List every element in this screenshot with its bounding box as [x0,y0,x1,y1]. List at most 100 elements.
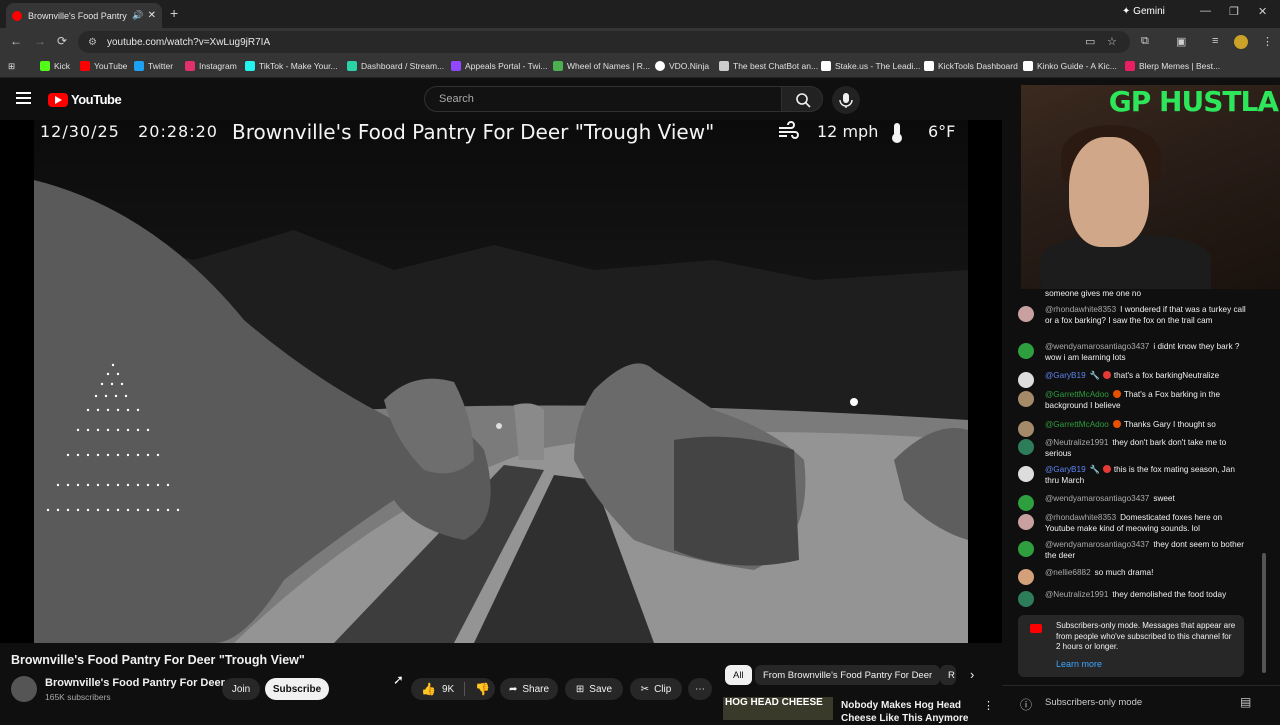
bookmark-star-icon[interactable]: ☆ [1107,35,1117,48]
info-icon[interactable]: ⓘ [1020,696,1032,713]
bookmark-chatbot[interactable]: The best ChatBot an... [719,61,818,71]
super-chat-icon[interactable]: ▤ [1240,695,1251,709]
chevron-right-icon[interactable]: › [970,667,974,682]
minimize-icon[interactable]: — [1200,5,1211,17]
chat-avatar[interactable] [1018,569,1034,585]
menu-icon[interactable]: ⋮ [1262,35,1273,48]
bookmark-stake[interactable]: Stake.us - The Leadi... [821,61,920,71]
sidebar-icon[interactable]: ▣ [1176,35,1186,48]
chat-author[interactable]: @nellie6882 [1045,568,1091,577]
hamburger-menu-icon[interactable] [16,92,31,104]
close-tab-icon[interactable]: ✕ [148,10,156,21]
save-button[interactable]: ⊞ Save [565,678,623,700]
learn-more-link[interactable]: Learn more [1056,659,1236,670]
chat-message: @rhondawhite8353 Domesticated foxes here … [1018,513,1248,534]
bookmark-youtube[interactable]: YouTube [80,61,127,71]
join-button[interactable]: Join [222,678,260,700]
chip-next[interactable]: R [940,665,956,685]
subscribe-button[interactable]: Subscribe [265,678,329,700]
chat-author[interactable]: @wendyamarosantiago3437 [1045,342,1149,351]
webcam-brand-text: GP HUSTLA [1108,85,1279,118]
profile-avatar[interactable] [1234,35,1248,49]
bookmark-blerp[interactable]: Blerp Memes | Best... [1125,61,1220,71]
chat-avatar[interactable] [1018,372,1034,388]
chat-author[interactable]: @GarrettMcAdoo [1045,390,1109,399]
chat-author[interactable]: @GarrettMcAdoo [1045,420,1109,429]
voice-search-button[interactable] [832,86,860,114]
bookmark-appeals[interactable]: Appeals Portal - Twi... [451,61,548,71]
bookmark-kick[interactable]: Kick [40,61,70,71]
recommended-title[interactable]: Nobody Makes Hog Head Cheese Like This A… [841,699,981,725]
chat-avatar[interactable] [1018,514,1034,530]
bookmark-instagram[interactable]: Instagram [185,61,237,71]
chat-avatar[interactable] [1018,541,1034,557]
close-window-icon[interactable]: ✕ [1258,5,1267,18]
cast-icon[interactable]: ▭ [1085,35,1095,48]
bookmark-kinko[interactable]: Kinko Guide - A Kic... [1023,61,1117,71]
bookmark-tiktok[interactable]: TikTok - Make Your... [245,61,338,71]
reload-icon[interactable]: ⟳ [57,34,67,48]
streamer-webcam: GP HUSTLA [1021,85,1280,289]
chip-all[interactable]: All [725,665,752,685]
like-button[interactable]: 👍 9K [421,682,454,696]
media-icon[interactable]: ≡ [1212,35,1218,47]
chat-author[interactable]: @rhondawhite8353 [1045,305,1116,314]
share-button[interactable]: ➦ Share [500,678,558,700]
chat-avatar[interactable] [1018,421,1034,437]
more-actions-button[interactable]: ⋯ [688,678,712,700]
mouse-cursor-icon: ➚ [393,672,404,687]
dislike-button[interactable]: 👍 [475,682,490,696]
chat-avatar[interactable] [1018,391,1034,407]
bookmark-wheel[interactable]: Wheel of Names | R... [553,61,650,71]
chat-avatar[interactable] [1018,306,1034,322]
bookmark-vdo-ninja[interactable]: VDO.Ninja [655,61,709,71]
chat-author[interactable]: @rhondawhite8353 [1045,513,1116,522]
chat-avatar[interactable] [1018,439,1034,455]
chat-author[interactable]: @GaryB19 [1045,371,1086,380]
speaker-icon[interactable]: 🔊 [132,10,143,21]
chat-author[interactable]: @wendyamarosantiago3437 [1045,494,1149,503]
bookmarks-bar: ⊞ Kick YouTube Twitter Instagram TikTok … [0,56,1280,78]
chat-text: that's a fox barkingNeutralize [1113,371,1220,380]
recommended-more-icon[interactable]: ⋮ [983,699,994,712]
search-input[interactable]: Search [424,86,782,112]
chat-text: sweet [1153,494,1175,503]
search-button[interactable] [781,86,823,112]
chat-scrollbar[interactable] [1262,553,1266,673]
chat-author[interactable]: @Neutralize1991 [1045,590,1108,599]
chat-avatar[interactable] [1018,466,1034,482]
new-tab-button[interactable]: + [170,5,178,21]
browser-tab[interactable]: Brownville's Food Pantry Fo 🔊 ✕ [6,3,162,28]
youtube-logo[interactable]: YouTube [48,92,122,107]
site-info-icon[interactable]: ⚙ [88,37,97,48]
tiktok-icon [245,61,255,71]
channel-name[interactable]: Brownville's Food Pantry For Deer [45,677,225,689]
member-badge-icon [1112,420,1121,428]
back-icon[interactable]: ← [10,34,22,48]
chat-message: someone gives me one no [1018,289,1248,300]
restore-icon[interactable]: ❐ [1229,5,1239,18]
extensions-icon[interactable]: ⧉ [1141,35,1149,48]
instagram-icon [185,61,195,71]
chat-avatar[interactable] [1018,343,1034,359]
bookmark-kicktools[interactable]: KickTools Dashboard [924,61,1018,71]
channel-avatar[interactable] [11,676,37,702]
url-field[interactable]: ⚙ youtube.com/watch?v=XwLug9jR7IA [78,31,1130,53]
thumbs-up-icon: 👍 [421,682,436,696]
video-frame[interactable] [34,120,968,643]
clip-button[interactable]: ✂ Clip [630,678,682,700]
bookmark-dashboard[interactable]: Dashboard / Stream... [347,61,444,71]
video-player[interactable]: 12/30/25 20:28:20 Brownville's Food Pant… [0,120,1002,643]
chat-message: @GarrettMcAdoo That's a Fox barking in th… [1018,390,1248,411]
chat-author[interactable]: @Neutralize1991 [1045,438,1108,447]
chip-from-channel[interactable]: From Brownville's Food Pantry For Deer [755,665,941,685]
chat-avatar[interactable] [1018,591,1034,607]
apps-icon[interactable]: ⊞ [8,61,15,72]
chat-author[interactable]: @GaryB19 [1045,465,1086,474]
gemini-button[interactable]: ✦ Gemini [1122,6,1165,17]
chat-author[interactable]: @wendyamarosantiago3437 [1045,540,1149,549]
forward-icon[interactable]: → [34,34,46,48]
recommended-thumbnail[interactable]: HOG HEAD CHEESE [723,697,833,720]
bookmark-twitter[interactable]: Twitter [134,61,173,71]
chat-avatar[interactable] [1018,495,1034,511]
